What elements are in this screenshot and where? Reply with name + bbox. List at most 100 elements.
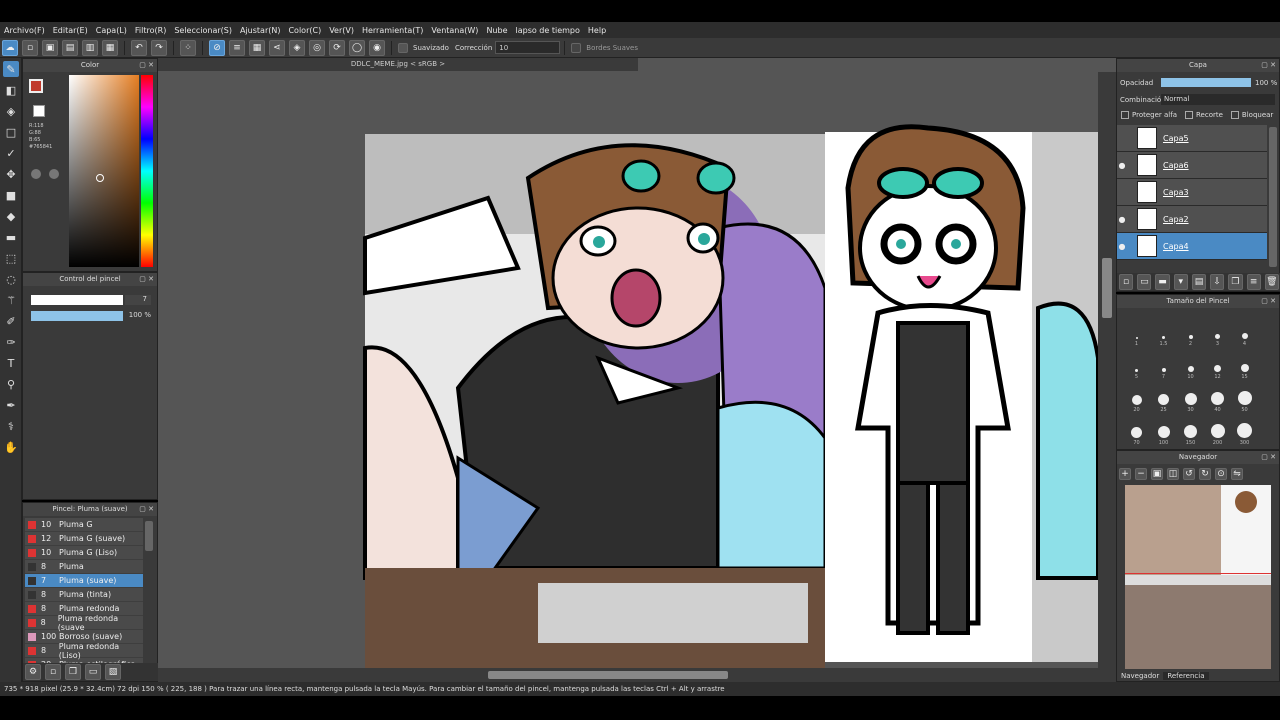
reset-rotate-icon[interactable]: ⊙ (1215, 468, 1227, 480)
layer-row[interactable]: ● Capa4 (1117, 233, 1267, 260)
grid-icon[interactable]: ▦ (102, 39, 118, 56)
eraser-tool-icon[interactable]: ◧ (3, 82, 19, 98)
brush-scrollbar[interactable] (145, 521, 153, 551)
visibility-icon[interactable]: ● (1117, 215, 1127, 224)
gradient-tool-icon[interactable]: ▬ (3, 229, 19, 245)
brush-size-option[interactable]: 300 (1237, 413, 1252, 446)
copy-layer-icon[interactable]: ❐ (1228, 274, 1243, 290)
snap-perspective-icon[interactable]: ⋖ (269, 39, 285, 56)
document-tab[interactable]: DDLC_MEME.jpg < sRGB > (158, 58, 638, 71)
layer-menu-icon[interactable]: ≡ (1246, 274, 1261, 290)
brush-size-option[interactable]: 100 (1157, 413, 1170, 446)
brush-size-slider[interactable] (31, 295, 123, 305)
bordes-checkbox[interactable] (571, 42, 582, 53)
fit-icon[interactable]: ▣ (1151, 468, 1163, 480)
dropper-pen-icon[interactable]: ✒ (3, 397, 19, 413)
brush-item[interactable]: 8 Pluma redonda (suave (25, 614, 143, 632)
brush-size-option[interactable]: 50 (1237, 380, 1252, 413)
brush-folder-icon[interactable]: ▭ (85, 664, 101, 680)
menu-ver[interactable]: Ver(V) (325, 26, 358, 35)
menu-capa[interactable]: Capa(L) (92, 26, 131, 35)
menu-editar[interactable]: Editar(E) (49, 26, 92, 35)
snap-parallel-icon[interactable]: ≡ (229, 39, 245, 56)
panel-buttons-icon[interactable]: ▢ ✕ (139, 273, 154, 286)
brush-size-option[interactable]: 12 (1214, 347, 1221, 380)
actual-size-icon[interactable]: ◫ (1167, 468, 1179, 480)
lock-checkbox[interactable] (1230, 111, 1239, 119)
new-file-icon[interactable]: ▫ (22, 39, 38, 56)
visibility-icon[interactable]: ● (1117, 161, 1127, 170)
hand-tool-icon[interactable]: ✋ (3, 439, 19, 455)
zoom-in-icon[interactable]: + (1119, 468, 1131, 480)
brush-tool-icon[interactable]: ✎ (3, 61, 19, 77)
shape-tool-icon[interactable]: □ (3, 124, 19, 140)
protect-checkbox[interactable] (1121, 111, 1129, 119)
magic-wand-icon[interactable]: ⚚ (3, 292, 19, 308)
palette-icon[interactable] (31, 169, 41, 179)
brush-item[interactable]: 7 Pluma (suave) (25, 574, 143, 588)
blend-select[interactable]: Normal (1161, 94, 1275, 105)
brush-size-option[interactable]: 150 (1184, 413, 1197, 446)
select-eraser-icon[interactable]: ✑ (3, 334, 19, 350)
brush-size-option[interactable]: 10 (1187, 347, 1194, 380)
merge-icon[interactable]: ⇩ (1210, 274, 1225, 290)
panel-buttons-icon[interactable]: ▢ ✕ (1261, 59, 1276, 72)
brush-size-option[interactable]: 7 (1161, 347, 1166, 380)
snap-ellipse-icon[interactable]: ◯ (349, 39, 365, 56)
correccion-select[interactable]: 10 (495, 41, 561, 54)
undo-icon[interactable]: ↶ (131, 39, 147, 56)
new-layer-8bit-icon[interactable]: ▭ (1137, 274, 1152, 290)
brush-size-option[interactable]: 25 (1158, 380, 1169, 413)
snap-settings-icon[interactable]: ◉ (369, 39, 385, 56)
hue-slider[interactable] (141, 75, 153, 267)
brush-item[interactable]: 8 Pluma redonda (Liso) (25, 642, 143, 660)
divide-tool-icon[interactable]: ⚲ (3, 376, 19, 392)
clip-checkbox[interactable] (1185, 111, 1193, 119)
delete-layer-icon[interactable]: 🗑 (1264, 274, 1279, 290)
redo-icon[interactable]: ↷ (151, 39, 167, 56)
comic-icon[interactable]: ▣ (42, 39, 58, 56)
brush-item[interactable]: 8 Pluma (25, 560, 143, 574)
navigator-tab[interactable]: Navegador (1117, 672, 1164, 680)
new-layer-icon[interactable]: ▫ (1119, 274, 1134, 290)
select-icon[interactable]: ⁘ (180, 39, 196, 56)
brush-item[interactable]: 12 Pluma G (suave) (25, 532, 143, 546)
lasso-tool-icon[interactable]: ◌ (3, 271, 19, 287)
navigator-preview[interactable] (1125, 485, 1271, 669)
eraser-fill-icon[interactable]: ◈ (3, 103, 19, 119)
open-icon[interactable]: ▤ (62, 39, 78, 56)
menu-color[interactable]: Color(C) (284, 26, 325, 35)
layer-row[interactable]: ● Capa2 (1117, 206, 1267, 233)
cloud-icon[interactable]: ☁ (2, 39, 18, 56)
brush-copy-icon[interactable]: ❐ (65, 664, 81, 680)
brush-size-option[interactable]: 4 (1241, 314, 1248, 347)
suavizado-checkbox[interactable] (398, 42, 408, 53)
color-saturation-square[interactable] (69, 75, 139, 267)
pen-tool-icon[interactable]: ✓ (3, 145, 19, 161)
menu-ventana[interactable]: Ventana(W) (427, 26, 482, 35)
brush-size-option[interactable]: 3 (1215, 314, 1220, 347)
brush-delete-icon[interactable]: ▧ (105, 664, 121, 680)
reference-tab[interactable]: Referencia (1163, 672, 1209, 680)
brush-size-option[interactable]: 5 (1135, 347, 1138, 380)
rotate-left-icon[interactable]: ↺ (1183, 468, 1195, 480)
color-picker-cursor[interactable] (96, 174, 104, 182)
rect-tool-icon[interactable]: ■ (3, 187, 19, 203)
select-pen-icon[interactable]: ✐ (3, 313, 19, 329)
eyedropper-icon[interactable]: ⚕ (3, 418, 19, 434)
select-rect-icon[interactable]: ⬚ (3, 250, 19, 266)
panel-buttons-icon[interactable]: ▢ ✕ (1261, 295, 1276, 308)
brush-item[interactable]: 8 Pluma (tinta) (25, 588, 143, 602)
layer-row[interactable]: Capa5 (1117, 125, 1267, 152)
panel-buttons-icon[interactable]: ▢ ✕ (1261, 451, 1276, 464)
brush-add-icon[interactable]: ▫ (45, 664, 61, 680)
canvas-area[interactable] (158, 58, 1116, 682)
snap-curve-icon[interactable]: ⟳ (329, 39, 345, 56)
brush-item[interactable]: 10 Pluma G (25, 518, 143, 532)
brush-settings-icon[interactable]: ⚙ (25, 664, 41, 680)
new-layer-1bit-icon[interactable]: ▬ (1155, 274, 1170, 290)
brush-size-option[interactable]: 1.5 (1160, 314, 1167, 347)
brush-size-option[interactable]: 1 (1135, 314, 1138, 347)
menu-herramienta[interactable]: Herramienta(T) (358, 26, 427, 35)
layer-row[interactable]: ● Capa6 (1117, 152, 1267, 179)
